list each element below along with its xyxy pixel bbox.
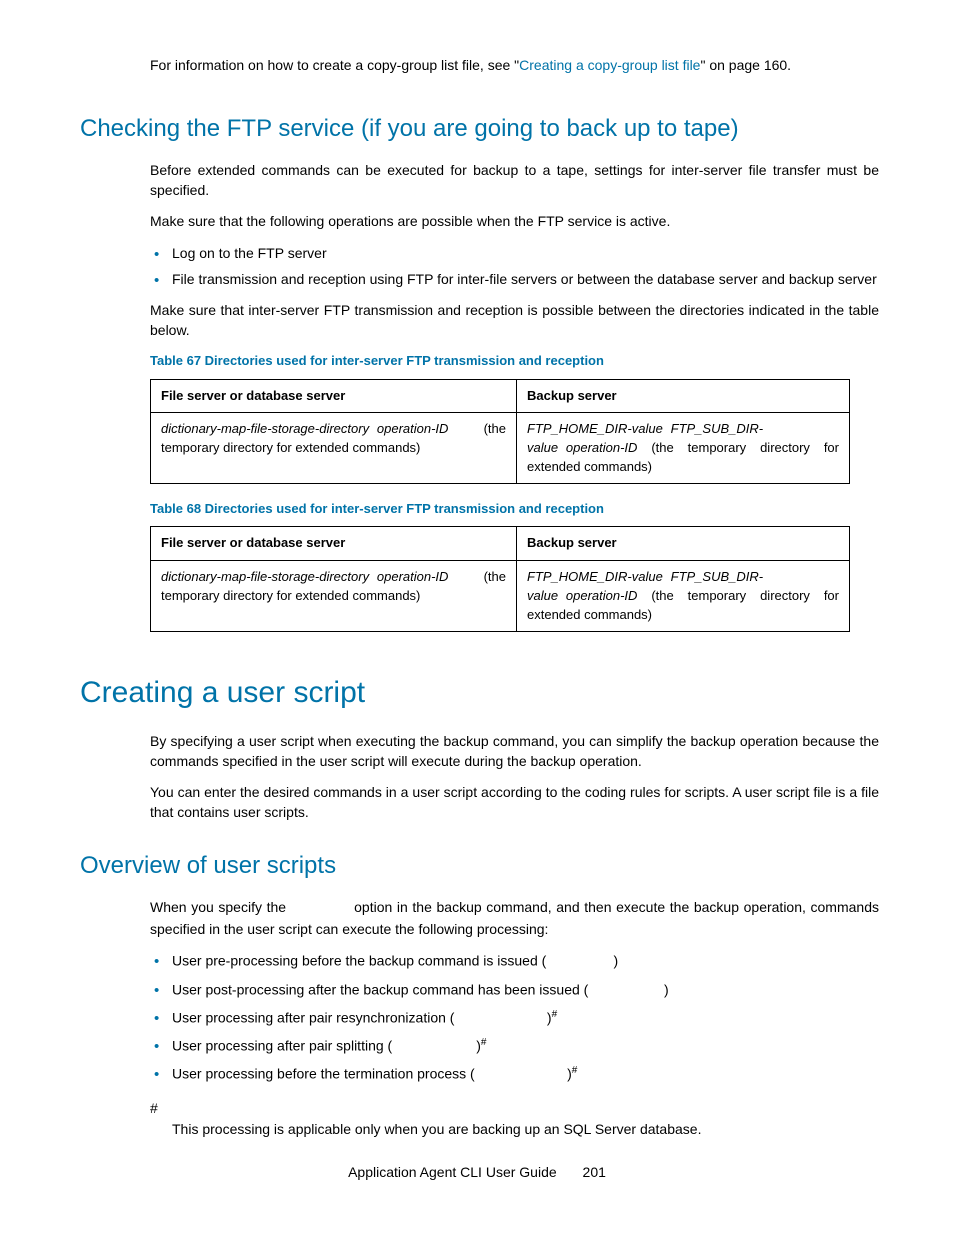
- ftp-heading: Checking the FTP service (if you are goi…: [80, 112, 879, 146]
- table67: File server or database server Backup se…: [150, 379, 850, 485]
- intro-post: " on page 160.: [700, 57, 791, 73]
- list-item: File transmission and reception using FT…: [150, 270, 879, 290]
- t67-c2-it1: FTP_HOME_DIR-value: [527, 421, 663, 436]
- t67-c1-it1: dictionary-map-file-storage-directory: [161, 421, 369, 436]
- intro-paragraph: For information on how to create a copy-…: [150, 56, 879, 76]
- overview-heading: Overview of user scripts: [80, 849, 879, 883]
- t67-c2-it3: operation-ID: [566, 440, 638, 455]
- ftp-para3: Make sure that inter-server FTP transmis…: [150, 301, 879, 340]
- t68-c2-m2: \: [558, 589, 566, 604]
- t68-c1-it1: dictionary-map-file-storage-directory: [161, 569, 369, 584]
- b4-mono: FINISH_PROC: [475, 1068, 567, 1084]
- table68-h1: File server or database server: [151, 527, 517, 560]
- script-heading: Creating a user script: [80, 672, 879, 714]
- table67-caption: Table 67 Directories used for inter-serv…: [150, 352, 879, 370]
- b2-mono: RESYNC_PROC: [454, 1012, 546, 1028]
- t67-c2-m2: \: [558, 441, 566, 456]
- b3-pre: User processing after pair splitting (: [172, 1038, 392, 1054]
- ftp-para1: Before extended commands can be executed…: [150, 161, 879, 200]
- table68: File server or database server Backup se…: [150, 526, 850, 632]
- t67-c2-m1: \: [663, 422, 671, 437]
- t67-c1-mono: \: [369, 422, 377, 437]
- t68-c1-it2: operation-ID: [377, 569, 449, 584]
- b1-post: ): [664, 981, 669, 997]
- table68-caption: Table 68 Directories used for inter-serv…: [150, 500, 879, 518]
- ftp-para2: Make sure that the following operations …: [150, 212, 879, 232]
- b4-pre: User processing before the termination p…: [172, 1066, 475, 1082]
- t68-c2-m1: \: [663, 570, 671, 585]
- b4-sup: #: [572, 1065, 578, 1076]
- b0-post: ): [614, 953, 619, 969]
- hash-explain: This processing is applicable only when …: [172, 1120, 879, 1140]
- list-item: User processing after pair splitting (SP…: [150, 1036, 879, 1058]
- overview-bullets: User pre-processing before the backup co…: [150, 951, 879, 1086]
- list-item: User processing before the termination p…: [150, 1064, 879, 1086]
- ov-mono: -script: [291, 901, 350, 917]
- ftp-bullet-list: Log on to the FTP server File transmissi…: [150, 244, 879, 289]
- b3-mono: SPLIT_PROC: [392, 1040, 476, 1056]
- b1-pre: User post-processing after the backup co…: [172, 981, 588, 997]
- table67-c1: dictionary-map-file-storage-directory\op…: [151, 412, 517, 484]
- table68-c1: dictionary-map-file-storage-directory\op…: [151, 560, 517, 632]
- table68-c2: FTP_HOME_DIR-value\FTP_SUB_DIR-value\ope…: [517, 560, 850, 632]
- t68-c1-mono: \: [369, 570, 377, 585]
- list-item: User pre-processing before the backup co…: [150, 951, 879, 973]
- t67-c1-it2: operation-ID: [377, 421, 449, 436]
- b2-sup: #: [552, 1009, 558, 1020]
- table67-c2: FTP_HOME_DIR-value\FTP_SUB_DIR-value\ope…: [517, 412, 850, 484]
- overview-intro: When you specify the -script option in t…: [150, 898, 879, 939]
- table68-h2: Backup server: [517, 527, 850, 560]
- list-item: User post-processing after the backup co…: [150, 980, 879, 1002]
- b3-sup: #: [481, 1037, 487, 1048]
- list-item: User processing after pair resynchroniza…: [150, 1008, 879, 1030]
- script-para1: By specifying a user script when executi…: [150, 732, 879, 771]
- intro-pre: For information on how to create a copy-…: [150, 57, 519, 73]
- page-footer: Application Agent CLI User Guide 201: [0, 1163, 954, 1183]
- page-number: 201: [583, 1164, 606, 1180]
- b1-mono: POST_PROC: [588, 983, 664, 999]
- t68-c2-it3: operation-ID: [566, 588, 638, 603]
- ov-pre: When you specify the: [150, 899, 291, 915]
- footer-title: Application Agent CLI User Guide: [348, 1164, 557, 1180]
- script-para2: You can enter the desired commands in a …: [150, 783, 879, 822]
- t68-c2-it1: FTP_HOME_DIR-value: [527, 569, 663, 584]
- b2-pre: User processing after pair resynchroniza…: [172, 1010, 454, 1026]
- list-item: Log on to the FTP server: [150, 244, 879, 264]
- copy-group-link[interactable]: Creating a copy-group list file: [519, 57, 700, 73]
- b0-mono: PRE_PROC: [546, 955, 613, 971]
- b0-pre: User pre-processing before the backup co…: [172, 953, 546, 969]
- hash-label: #: [150, 1099, 879, 1119]
- table67-h1: File server or database server: [151, 379, 517, 412]
- table67-h2: Backup server: [517, 379, 850, 412]
